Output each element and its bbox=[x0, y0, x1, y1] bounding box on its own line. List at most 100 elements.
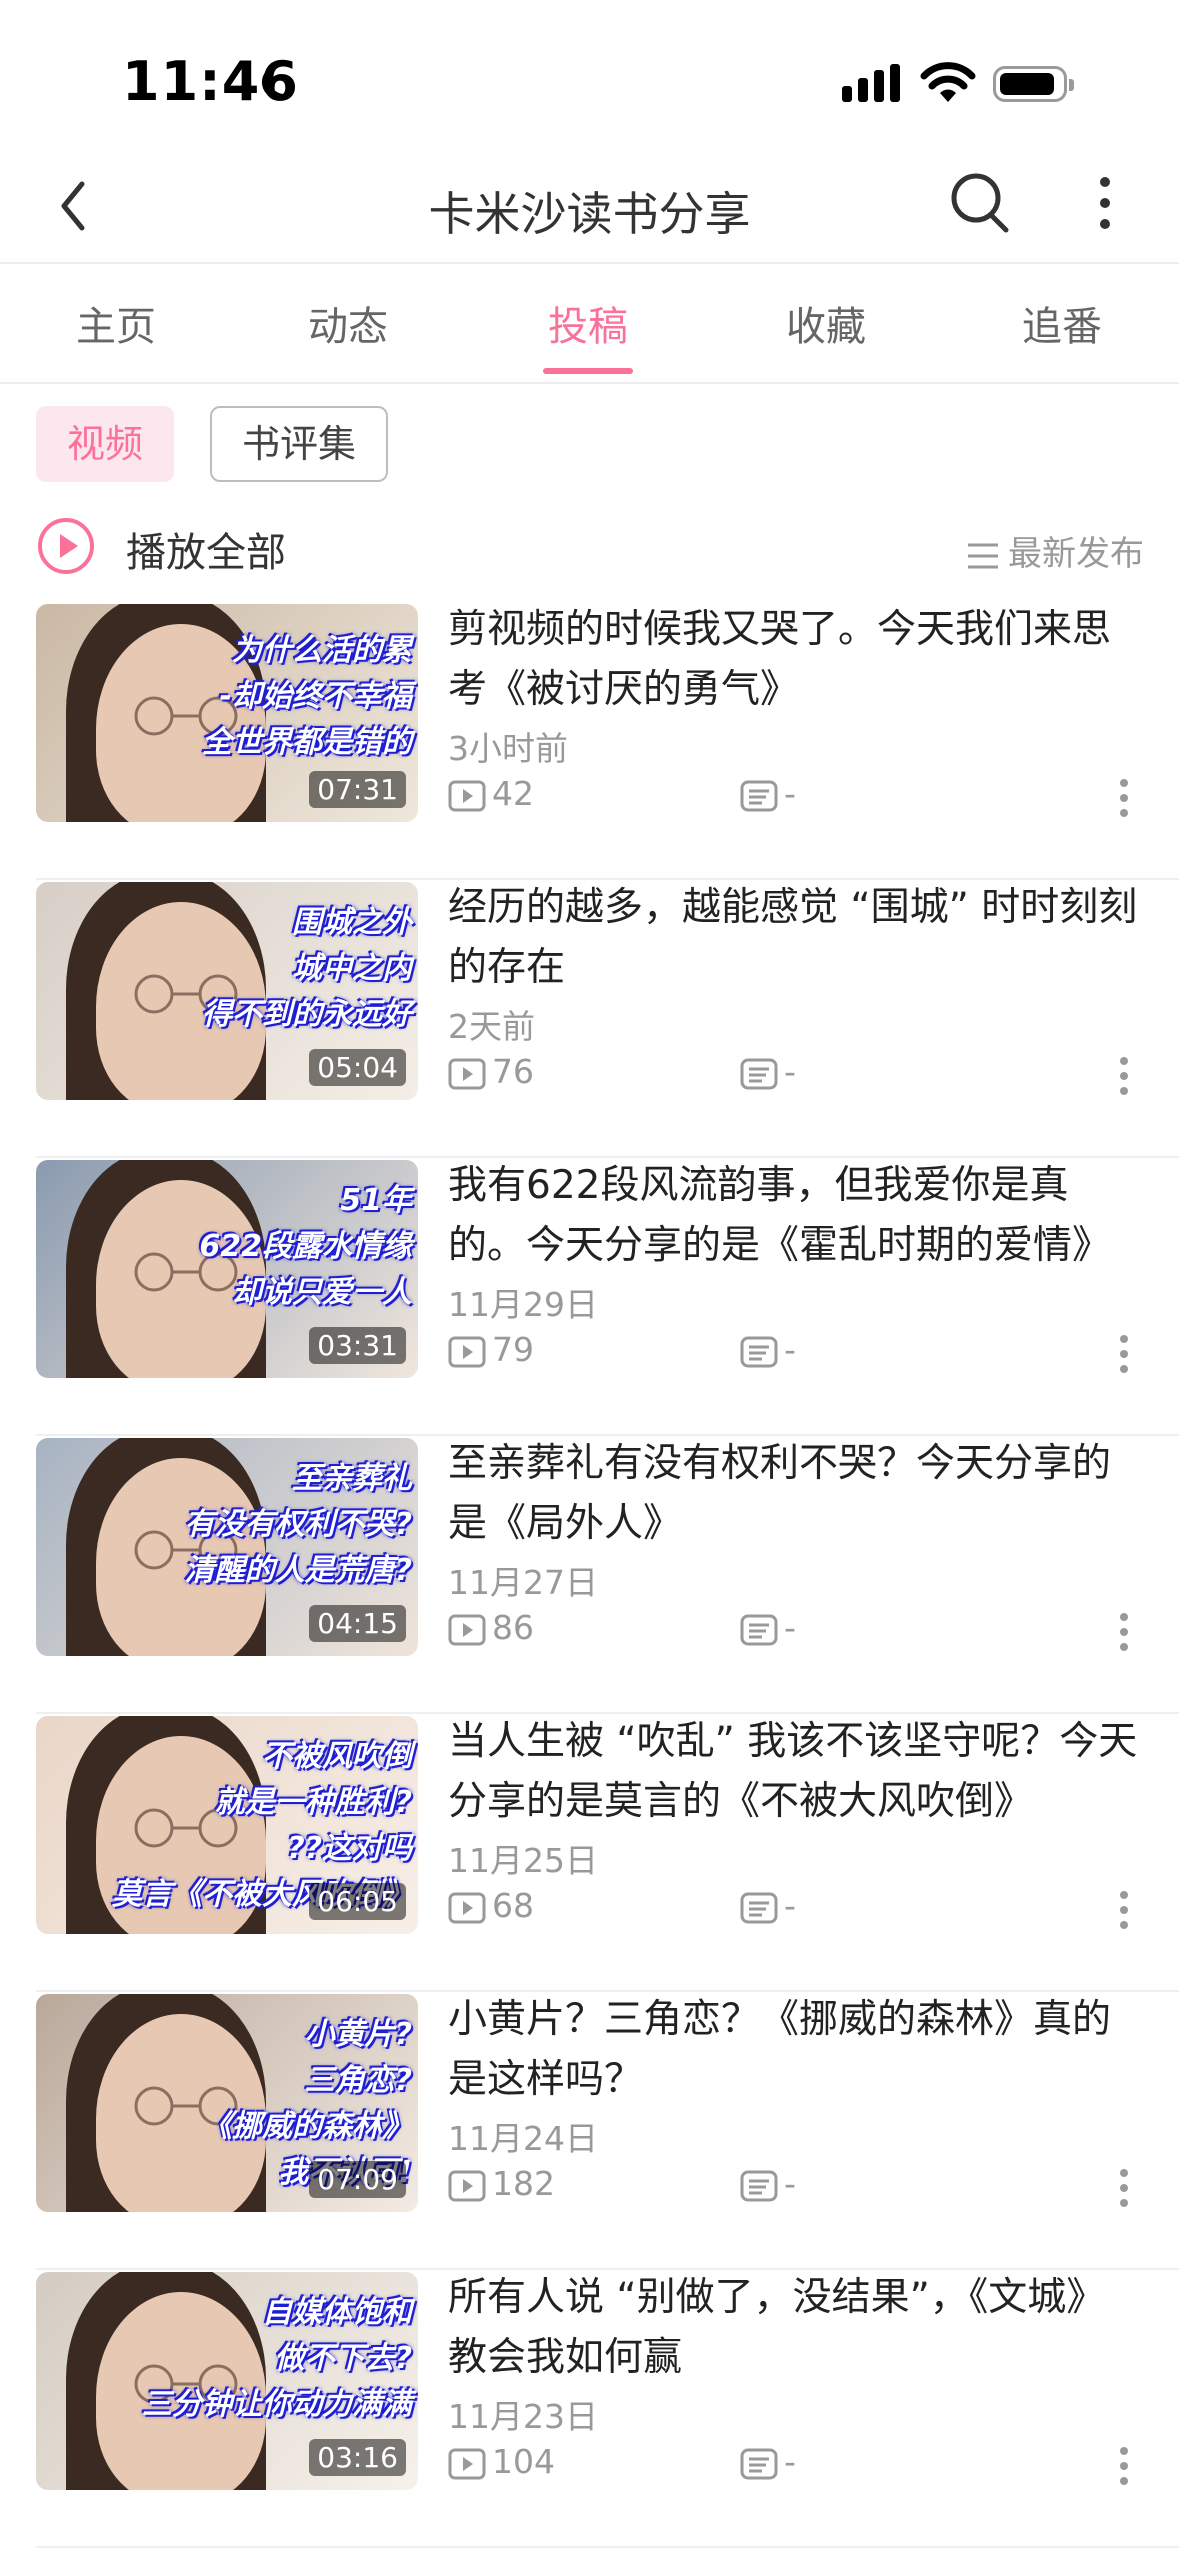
thumb-caption-line: 三角恋? bbox=[304, 2063, 412, 2098]
play-all-row[interactable]: 播放全部 最新发布 bbox=[36, 512, 1144, 582]
thumbnail-caption: 为什么活的累 -却始终不幸福 全世界都是错的 bbox=[202, 628, 412, 766]
sort-label: 最新发布 bbox=[1008, 534, 1144, 574]
tab-dynamic[interactable]: 动态 bbox=[248, 294, 448, 352]
play-count: 42 bbox=[448, 774, 534, 813]
thumb-caption-line: 622段露水情缘 bbox=[199, 1229, 412, 1264]
thumbnail-caption: 51年 622段露水情缘却说只爱一人 bbox=[199, 1178, 412, 1316]
video-title[interactable]: 小黄片？三角恋？《挪威的森林》真的是这样吗？ bbox=[448, 1990, 1138, 2110]
moon-icon bbox=[261, 65, 294, 100]
play-count-value: 76 bbox=[492, 1052, 534, 1091]
play-count-icon bbox=[448, 1614, 486, 1645]
play-count: 68 bbox=[448, 1886, 534, 1925]
play-count-value: 86 bbox=[492, 1608, 534, 1647]
video-duration: 07:31 bbox=[309, 771, 406, 808]
video-title[interactable]: 所有人说 “别做了，没结果”，《文城》教会我如何赢 bbox=[448, 2268, 1138, 2388]
danmaku-count: - bbox=[740, 2164, 796, 2203]
profile-tabs: 主页 动态 投稿 收藏 追番 bbox=[0, 264, 1179, 384]
item-more-icon[interactable] bbox=[1118, 2168, 1130, 2208]
video-duration: 05:04 bbox=[309, 1049, 406, 1086]
thumb-caption-line: 就是一种胜利? bbox=[214, 1785, 412, 1820]
item-more-icon[interactable] bbox=[1118, 778, 1130, 818]
danmaku-count: - bbox=[740, 1886, 796, 1925]
danmaku-value: - bbox=[784, 1608, 796, 1647]
item-more-icon[interactable] bbox=[1118, 2446, 1130, 2486]
video-title[interactable]: 我有622段风流韵事，但我爱你是真的。今天分享的是《霍乱时期的爱情》 bbox=[448, 1156, 1138, 1276]
video-list-item[interactable]: 围城之外 城中之内 得不到的永远好 05:04 经历的越多，越能感觉 “围城” 时时… bbox=[0, 880, 1179, 1158]
video-thumbnail[interactable]: 围城之外 城中之内 得不到的永远好 05:04 bbox=[36, 882, 418, 1100]
battery-icon bbox=[993, 66, 1074, 102]
play-count-value: 79 bbox=[492, 1330, 534, 1369]
top-nav-bar: 卡米沙读书分享 bbox=[0, 150, 1179, 264]
video-date: 3小时前 bbox=[448, 729, 568, 768]
video-list-item[interactable]: 小黄片?三角恋?《挪威的森林》我不认可! 07:09 小黄片？三角恋？《挪威的森… bbox=[0, 1992, 1179, 2270]
video-thumbnail[interactable]: 自媒体饱和 做不下去? 三分钟让你动力满满 03:16 bbox=[36, 2272, 418, 2490]
thumbnail-caption: 围城之外 城中之内 得不到的永远好 bbox=[202, 900, 412, 1038]
thumb-caption-line: 三分钟让你动力满满 bbox=[142, 2387, 412, 2422]
thumb-caption-line: 51年 bbox=[340, 1183, 412, 1218]
video-thumbnail[interactable]: 51年 622段露水情缘却说只爱一人 03:31 bbox=[36, 1160, 418, 1378]
video-stats: 79 - bbox=[448, 1330, 1148, 1376]
thumb-caption-line: 清醒的人是荒唐? bbox=[184, 1553, 412, 1588]
sort-icon bbox=[968, 543, 998, 568]
thumb-caption-line: 小黄片? bbox=[304, 2017, 412, 2052]
item-more-icon[interactable] bbox=[1118, 1612, 1130, 1652]
thumb-caption-line: 至亲葬礼 bbox=[292, 1461, 412, 1496]
play-count: 76 bbox=[448, 1052, 534, 1091]
video-stats: 76 - bbox=[448, 1052, 1148, 1098]
thumb-caption-line: 得不到的永远好 bbox=[202, 997, 412, 1032]
thumb-caption-line: 《挪威的森林》 bbox=[202, 2109, 412, 2144]
danmaku-icon bbox=[740, 2448, 778, 2479]
video-list-item[interactable]: 51年 622段露水情缘却说只爱一人 03:31 我有622段风流韵事，但我爱你是… bbox=[0, 1158, 1179, 1436]
tab-bangumi[interactable]: 追番 bbox=[962, 294, 1162, 352]
filter-video[interactable]: 视频 bbox=[36, 406, 174, 482]
item-more-icon[interactable] bbox=[1118, 1890, 1130, 1930]
video-title[interactable]: 剪视频的时候我又哭了。今天我们来思考《被讨厌的勇气》 bbox=[448, 600, 1138, 720]
thumb-caption-line: 有没有权利不哭? bbox=[184, 1507, 412, 1542]
danmaku-icon bbox=[740, 2170, 778, 2201]
tab-home[interactable]: 主页 bbox=[16, 294, 216, 352]
video-thumbnail[interactable]: 至亲葬礼有没有权利不哭? 清醒的人是荒唐? 04:15 bbox=[36, 1438, 418, 1656]
danmaku-count: - bbox=[740, 1052, 796, 1091]
wifi-icon bbox=[920, 62, 976, 102]
danmaku-count: - bbox=[740, 2442, 796, 2481]
video-title[interactable]: 当人生被 “吹乱” 我该不该坚守呢？今天分享的是莫言的《不被大风吹倒》 bbox=[448, 1712, 1138, 1832]
video-duration: 04:15 bbox=[309, 1605, 406, 1642]
video-list-item[interactable]: 不被风吹倒 就是一种胜利? ??这对吗 莫言《不被大风吹倒》 06:05 当人生被 “… bbox=[0, 1714, 1179, 1992]
sort-button[interactable]: 最新发布 bbox=[966, 526, 1144, 575]
thumb-caption-line: 全世界都是错的 bbox=[202, 725, 412, 760]
play-count-value: 104 bbox=[492, 2442, 555, 2481]
video-thumbnail[interactable]: 小黄片?三角恋?《挪威的森林》我不认可! 07:09 bbox=[36, 1994, 418, 2212]
video-thumbnail[interactable]: 不被风吹倒 就是一种胜利? ??这对吗 莫言《不被大风吹倒》 06:05 bbox=[36, 1716, 418, 1934]
video-date: 11月23日 bbox=[448, 2397, 598, 2436]
item-more-icon[interactable] bbox=[1118, 1334, 1130, 1374]
play-count: 104 bbox=[448, 2442, 555, 2481]
thumb-caption-line: 为什么活的累 bbox=[232, 633, 412, 668]
search-icon[interactable] bbox=[948, 166, 1012, 236]
video-date: 11月25日 bbox=[448, 1841, 598, 1880]
danmaku-value: - bbox=[784, 2164, 796, 2203]
danmaku-value: - bbox=[784, 1886, 796, 1925]
more-icon[interactable] bbox=[1090, 168, 1120, 238]
video-title[interactable]: 至亲葬礼有没有权利不哭？今天分享的是《局外人》 bbox=[448, 1434, 1138, 1554]
filter-book-reviews[interactable]: 书评集 bbox=[210, 406, 388, 482]
tab-favorites[interactable]: 收藏 bbox=[726, 294, 926, 352]
item-more-icon[interactable] bbox=[1118, 1056, 1130, 1096]
thumb-caption-line: 不被风吹倒 bbox=[262, 1739, 412, 1774]
video-title[interactable]: 经历的越多，越能感觉 “围城” 时时刻刻的存在 bbox=[448, 878, 1138, 998]
video-list-item[interactable]: 为什么活的累 -却始终不幸福 全世界都是错的 07:31 剪视频的时候我又哭了。今天… bbox=[0, 602, 1179, 880]
danmaku-icon bbox=[740, 780, 778, 811]
video-duration: 07:09 bbox=[309, 2161, 406, 2198]
thumb-caption-line: 却说只爱一人 bbox=[232, 1275, 412, 1310]
video-thumbnail[interactable]: 为什么活的累 -却始终不幸福 全世界都是错的 07:31 bbox=[36, 604, 418, 822]
danmaku-value: - bbox=[784, 774, 796, 813]
video-date: 11月24日 bbox=[448, 2119, 598, 2158]
video-list-item[interactable]: 自媒体饱和 做不下去? 三分钟让你动力满满 03:16 所有人说 “别做了，没结果”… bbox=[0, 2270, 1179, 2548]
tab-submissions[interactable]: 投稿 bbox=[488, 294, 688, 352]
video-list-item[interactable]: 至亲葬礼有没有权利不哭? 清醒的人是荒唐? 04:15 至亲葬礼有没有权利不哭？今… bbox=[0, 1436, 1179, 1714]
video-duration: 03:16 bbox=[309, 2439, 406, 2476]
danmaku-value: - bbox=[784, 2442, 796, 2481]
play-all-label: 播放全部 bbox=[126, 530, 286, 576]
thumb-caption-line: ??这对吗 bbox=[287, 1831, 412, 1866]
danmaku-icon bbox=[740, 1336, 778, 1367]
video-duration: 03:31 bbox=[309, 1327, 406, 1364]
